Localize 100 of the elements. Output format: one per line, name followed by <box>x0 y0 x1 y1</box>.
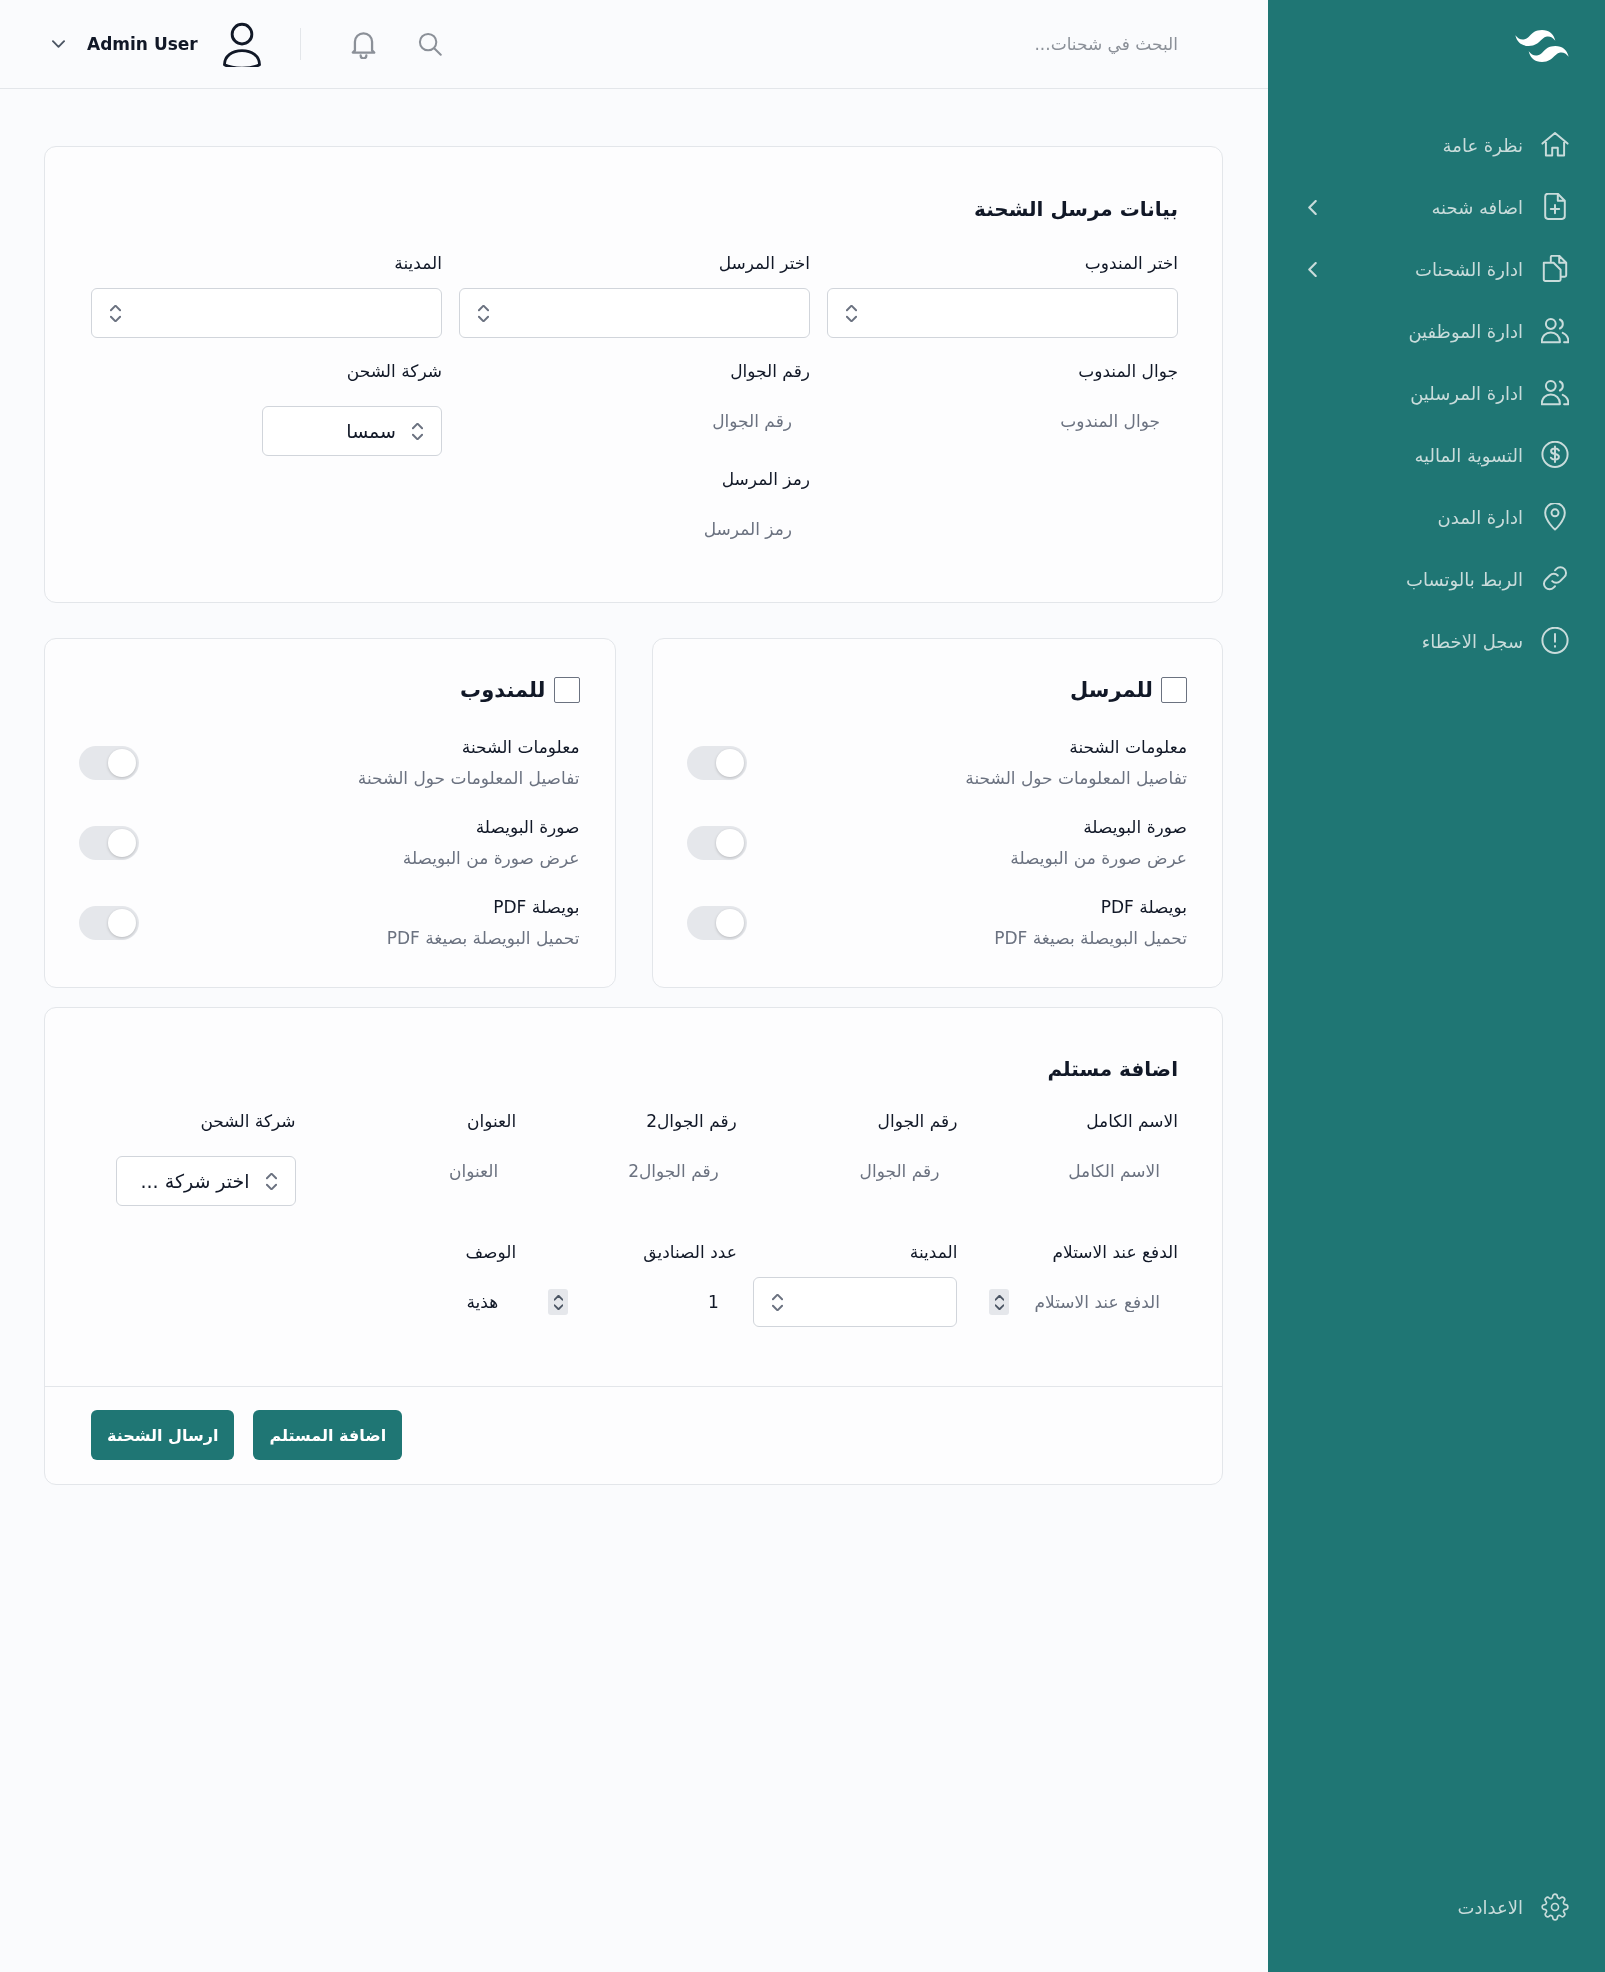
option-description: تفاصيل المعلومات حول الشحنة <box>357 767 580 789</box>
sidebar-item[interactable]: سجل الاخطاء <box>1308 610 1569 672</box>
link-icon <box>1541 565 1569 593</box>
chevron-icon[interactable] <box>1308 199 1317 215</box>
option-title: بويصلة PDF <box>1100 896 1187 918</box>
toggle-knob[interactable] <box>715 908 744 937</box>
field-label: رمز المرسل <box>721 468 810 490</box>
toggle-switch[interactable] <box>686 905 747 940</box>
option-title: معلومات الشحنة <box>1069 736 1187 758</box>
search-icon[interactable] <box>417 32 442 56</box>
field-label: العنوان <box>466 1110 517 1132</box>
search-field[interactable]: البحث في شحنات... <box>1034 30 1178 58</box>
field-label: المدينة <box>394 252 442 274</box>
toggle-switch[interactable] <box>686 825 747 860</box>
home-icon <box>1541 131 1569 159</box>
sidebar-item[interactable]: اضافه شحنه <box>1308 176 1569 238</box>
updown-chevron-icon <box>110 304 121 322</box>
field-label: الاسم الكامل <box>1086 1110 1178 1132</box>
field-label: شركة الشحن <box>346 360 442 382</box>
field-label: المدينة <box>909 1241 958 1263</box>
select-field[interactable] <box>827 288 1178 338</box>
field-label: الوصف <box>465 1241 517 1263</box>
toggle-knob[interactable] <box>108 908 136 937</box>
documents-icon <box>1541 255 1569 283</box>
input-field[interactable]: رقم الجوال <box>712 409 792 433</box>
stepper-icon[interactable] <box>548 1289 569 1315</box>
sidebar-item[interactable]: ادارة المرسلين <box>1308 362 1569 424</box>
user-avatar-icon[interactable] <box>221 21 262 67</box>
toggle-switch[interactable] <box>79 905 139 940</box>
option-description: عرض صورة من البويصلة <box>402 847 580 869</box>
updown-chevron-icon <box>412 422 423 440</box>
field-label: رقم الجوال2 <box>646 1110 737 1132</box>
sidebar-item[interactable]: الربط بالوتساب <box>1308 548 1569 610</box>
field-label: رقم الجوال <box>730 360 810 382</box>
sidebar-item[interactable]: ادارة المدن <box>1308 486 1569 548</box>
section-title: بيانات مرسل الشحنة <box>974 197 1178 222</box>
toggle-switch[interactable] <box>686 745 747 780</box>
input-field[interactable]: رقم الجوال2 <box>628 1159 719 1183</box>
updown-chevron-icon <box>846 304 857 322</box>
file-plus-icon <box>1541 193 1569 221</box>
user-name[interactable]: Admin User <box>87 34 198 54</box>
toggle-knob[interactable] <box>715 828 744 857</box>
option-description: تحميل البويصلة بصيغة PDF <box>386 927 580 949</box>
select-field[interactable] <box>459 288 810 338</box>
dollar-coin-icon <box>1541 441 1569 469</box>
input-field[interactable]: العنوان <box>448 1159 499 1183</box>
field-label: شركة الشحن <box>200 1110 296 1132</box>
option-description: تفاصيل المعلومات حول الشحنة <box>965 767 1187 789</box>
option-title: صورة البويصلة <box>1083 816 1187 838</box>
checkbox[interactable] <box>1161 677 1187 703</box>
map-pin-icon <box>1541 503 1569 531</box>
input-field[interactable]: هذية <box>466 1290 499 1314</box>
panel-title: للمرسل <box>1070 677 1153 704</box>
bell-icon[interactable] <box>350 29 376 59</box>
field-label: رقم الجوال <box>877 1110 958 1132</box>
toggle-switch[interactable] <box>79 825 139 860</box>
waves-logo-icon <box>1515 30 1569 62</box>
input-field[interactable]: رمز المرسل <box>703 517 792 541</box>
checkbox[interactable] <box>553 677 580 703</box>
field-label: الدفع عند الاستلام <box>1052 1241 1178 1263</box>
toggle-knob[interactable] <box>108 748 136 777</box>
field-label: اختر المرسل <box>718 252 810 274</box>
section-title: اضافة مستلم <box>1047 1057 1178 1082</box>
updown-chevron-icon <box>478 304 489 322</box>
sidebar-item[interactable]: التسوية الماليه <box>1308 424 1569 486</box>
select-field[interactable] <box>752 1277 958 1327</box>
sidebar-item[interactable]: ادارة الشحنات <box>1308 238 1569 300</box>
number-input[interactable]: الدفع عند الاستلام <box>1034 1290 1160 1314</box>
caret-icon[interactable] <box>52 40 65 48</box>
select-field[interactable]: اختر شركة ... <box>115 1156 296 1206</box>
field-label: عدد الصناديق <box>643 1241 737 1263</box>
option-title: صورة البويصلة <box>475 816 580 838</box>
input-field[interactable]: جوال المندوب <box>1060 409 1160 433</box>
sidebar-item[interactable]: الاعدادت <box>1308 1876 1569 1938</box>
toggle-switch[interactable] <box>79 745 139 780</box>
select-field[interactable]: سمسا <box>262 406 442 456</box>
stepper-icon[interactable] <box>989 1289 1010 1315</box>
input-field[interactable]: الاسم الكامل <box>1068 1159 1160 1183</box>
option-title: معلومات الشحنة <box>461 736 580 758</box>
option-description: عرض صورة من البويصلة <box>1010 847 1187 869</box>
field-label: اختر المندوب <box>1084 252 1178 274</box>
panel-title: للمندوب <box>460 677 546 704</box>
option-description: تحميل البويصلة بصيغة PDF <box>994 927 1187 949</box>
updown-chevron-icon <box>771 1293 783 1311</box>
sidebar-item[interactable]: نظرة عامة <box>1308 114 1569 176</box>
users-icon <box>1541 317 1569 345</box>
action-button[interactable]: اضافة المستلم <box>253 1410 403 1460</box>
users-icon <box>1541 379 1569 407</box>
chevron-icon[interactable] <box>1308 261 1317 277</box>
select-field[interactable] <box>91 288 442 338</box>
field-label: جوال المندوب <box>1078 360 1178 382</box>
input-field[interactable]: رقم الجوال <box>859 1159 940 1183</box>
number-input[interactable]: 1 <box>704 1290 719 1314</box>
action-button[interactable]: ارسال الشحنة <box>91 1410 235 1460</box>
updown-chevron-icon <box>265 1172 277 1190</box>
toggle-knob[interactable] <box>715 748 744 777</box>
toggle-knob[interactable] <box>108 828 136 857</box>
settings-icon <box>1541 1893 1569 1921</box>
option-title: بويصلة PDF <box>493 896 580 918</box>
sidebar-item[interactable]: ادارة الموظفين <box>1308 300 1569 362</box>
